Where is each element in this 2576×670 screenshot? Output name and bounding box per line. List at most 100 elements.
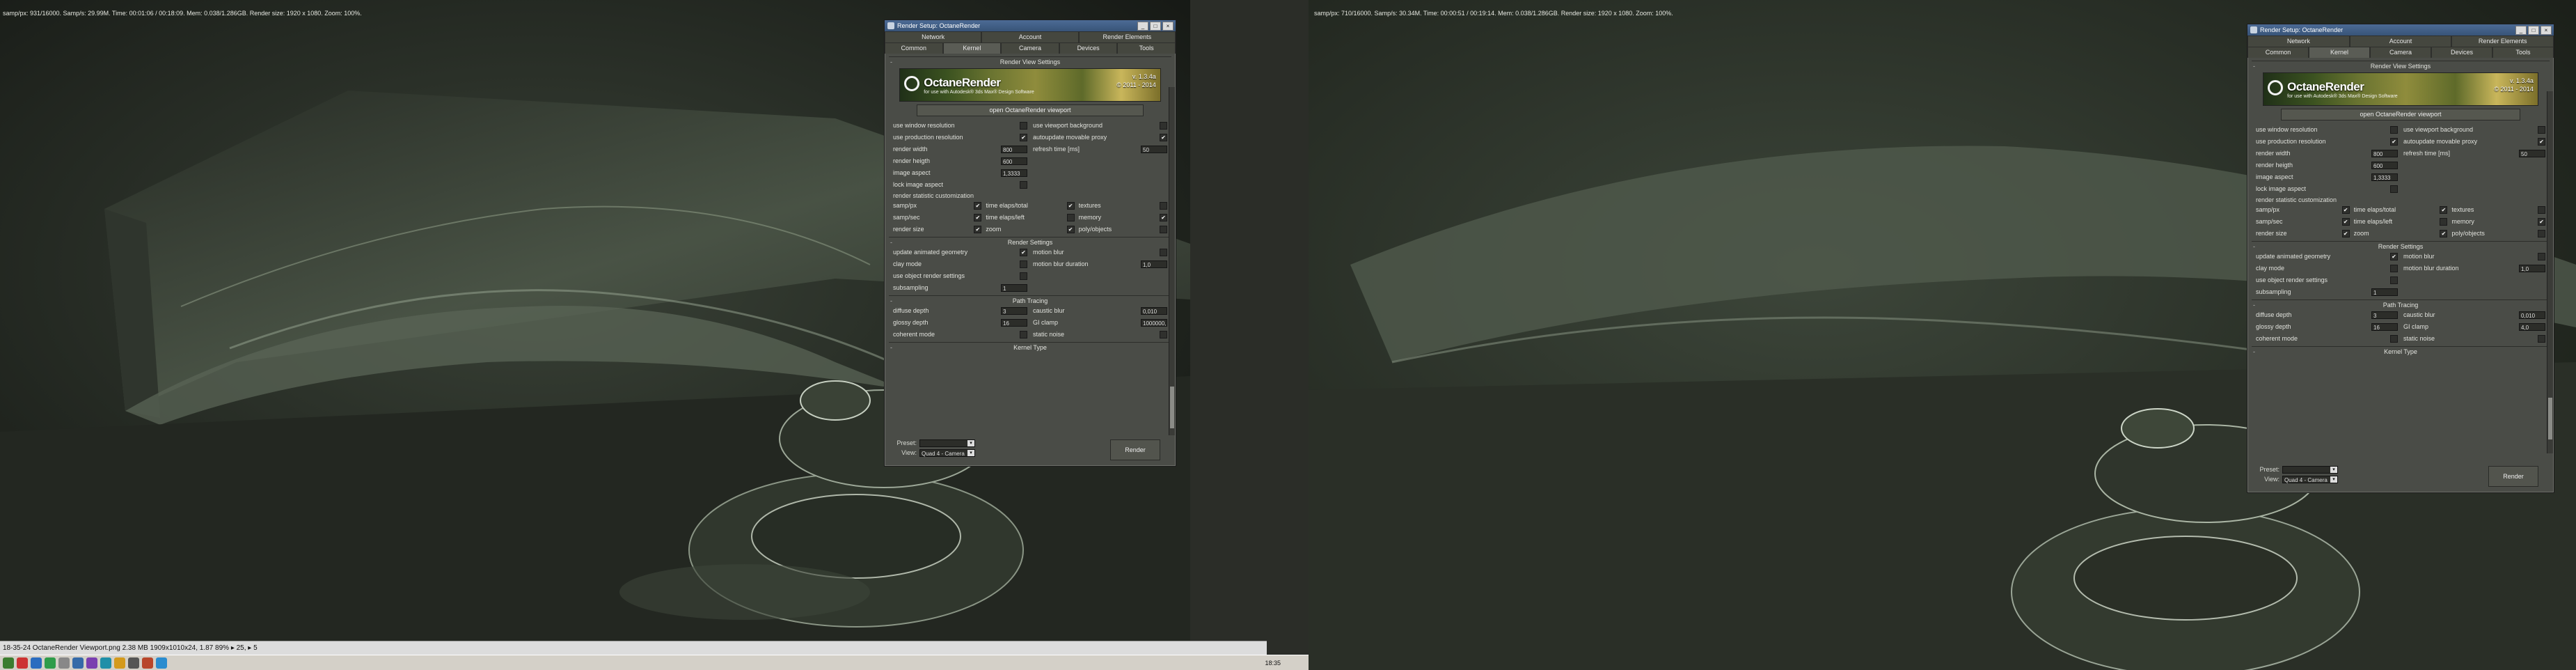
stat-textures-checkbox[interactable] [1160,201,1167,210]
stat-zoom-checkbox[interactable]: ✔ [2440,229,2448,237]
use-object-render-checkbox[interactable] [2390,276,2398,284]
use-window-resolution-checkbox[interactable] [2390,125,2398,134]
gi-clamp-field[interactable]: 4,0 [2519,322,2545,331]
stat-render-size-checkbox[interactable]: ✔ [974,225,982,233]
render-setup-dialog-left[interactable]: Render Setup: OctaneRender _ □ × Network… [884,20,1176,467]
view-dropdown[interactable]: Quad 4 - Camera ▾ [2282,475,2338,483]
refresh-time-field[interactable]: 50 [2519,149,2545,157]
static-noise-checkbox[interactable] [2538,334,2545,343]
render-width-field[interactable]: 800 [1001,145,1027,153]
coherent-mode-checkbox[interactable] [2390,334,2398,343]
render-height-field[interactable]: 600 [2371,161,2398,169]
motion-blur-duration-field[interactable]: 1,0 [2519,264,2545,272]
stat-time-left-checkbox[interactable] [1066,213,1075,221]
panel-header[interactable]: - Render Settings [2252,242,2550,251]
stat-polyobjects-checkbox[interactable] [1160,225,1167,233]
tab-camera[interactable]: Camera [1001,42,1059,54]
use-production-resolution-checkbox[interactable]: ✔ [2390,137,2398,146]
stat-render-size-checkbox[interactable]: ✔ [2341,229,2350,237]
glossy-depth-field[interactable]: 16 [2371,322,2398,331]
render-button[interactable]: Render [2488,466,2538,487]
tab-devices[interactable]: Devices [2431,47,2492,58]
open-viewport-button[interactable]: open OctaneRender viewport [2280,109,2521,120]
scrollbar-thumb[interactable] [1170,387,1174,428]
tab-render-elements[interactable]: Render Elements [2451,36,2554,47]
image-aspect-field[interactable]: 1,3333 [1001,169,1027,177]
tab-render-elements[interactable]: Render Elements [1078,31,1176,42]
update-geometry-checkbox[interactable]: ✔ [2390,252,2398,260]
app-icon[interactable] [17,657,28,669]
app-icon[interactable] [114,657,125,669]
tab-tools[interactable]: Tools [2492,47,2554,58]
panel-header[interactable]: - Render View Settings [2252,61,2550,71]
clay-mode-checkbox[interactable] [2390,264,2398,272]
motion-blur-checkbox[interactable] [1160,248,1167,256]
update-geometry-checkbox[interactable]: ✔ [1020,248,1027,256]
use-viewport-background-checkbox[interactable] [1160,121,1167,130]
stat-samp-sec-checkbox[interactable]: ✔ [974,213,982,221]
render-setup-dialog-right[interactable]: Render Setup: OctaneRender _ □ × Network… [2247,24,2554,493]
motion-blur-duration-field[interactable]: 1,0 [1141,260,1167,268]
clay-mode-checkbox[interactable] [1020,260,1027,268]
start-icon[interactable] [3,657,14,669]
coherent-mode-checkbox[interactable] [1020,330,1027,338]
image-aspect-field[interactable]: 1,3333 [2371,173,2398,181]
app-icon[interactable] [100,657,111,669]
app-icon[interactable] [45,657,56,669]
use-production-resolution-checkbox[interactable]: ✔ [1020,133,1027,141]
stat-samp-px-checkbox[interactable]: ✔ [974,201,982,210]
app-icon[interactable] [31,657,42,669]
gi-clamp-field[interactable]: 1000000, [1141,318,1167,327]
app-icon[interactable] [86,657,97,669]
use-viewport-background-checkbox[interactable] [2538,125,2545,134]
render-button[interactable]: Render [1110,439,1160,460]
caustic-blur-field[interactable]: 0,010 [2519,311,2545,319]
dialog-scrollbar[interactable] [1169,87,1175,435]
tab-network[interactable]: Network [2247,36,2350,47]
panel-header[interactable]: - Path Tracing [2252,300,2550,310]
use-window-resolution-checkbox[interactable] [1020,121,1027,130]
stat-samp-sec-checkbox[interactable]: ✔ [2341,217,2350,226]
close-button[interactable]: × [1162,22,1174,31]
minimize-button[interactable]: _ [1137,22,1148,31]
tab-kernel[interactable]: Kernel [2309,47,2370,58]
panel-header[interactable]: - Kernel Type [889,343,1171,352]
autoupdate-proxy-checkbox[interactable]: ✔ [1160,133,1167,141]
preset-dropdown[interactable]: ▾ [2282,465,2338,474]
tab-kernel[interactable]: Kernel [942,42,1002,54]
tab-camera[interactable]: Camera [2370,47,2431,58]
render-width-field[interactable]: 800 [2371,149,2398,157]
minimize-button[interactable]: _ [2515,26,2527,35]
stat-samp-px-checkbox[interactable]: ✔ [2341,205,2350,214]
panel-header[interactable]: - Path Tracing [889,296,1171,306]
lock-aspect-checkbox[interactable] [1020,180,1027,189]
tab-common[interactable]: Common [2247,47,2309,58]
lock-aspect-checkbox[interactable] [2390,185,2398,193]
stat-memory-checkbox[interactable]: ✔ [1160,213,1167,221]
diffuse-depth-field[interactable]: 3 [1001,306,1027,315]
app-icon[interactable] [72,657,84,669]
stat-polyobjects-checkbox[interactable] [2538,229,2545,237]
static-noise-checkbox[interactable] [1160,330,1167,338]
panel-header[interactable]: - Render View Settings [889,57,1171,67]
stat-time-total-checkbox[interactable]: ✔ [2440,205,2448,214]
open-viewport-button[interactable]: open OctaneRender viewport [916,104,1144,116]
maximize-button[interactable]: □ [2528,26,2539,35]
preset-dropdown[interactable]: ▾ [919,439,975,447]
panel-header[interactable]: - Render Settings [889,237,1171,247]
motion-blur-checkbox[interactable] [2538,252,2545,260]
stat-textures-checkbox[interactable] [2538,205,2545,214]
stat-time-left-checkbox[interactable] [2440,217,2448,226]
app-icon[interactable] [58,657,70,669]
glossy-depth-field[interactable]: 16 [1001,318,1027,327]
tab-account[interactable]: Account [2349,36,2452,47]
stat-time-total-checkbox[interactable]: ✔ [1066,201,1075,210]
tab-network[interactable]: Network [885,31,982,42]
scrollbar-thumb[interactable] [2548,398,2552,439]
tab-tools[interactable]: Tools [1117,42,1176,54]
use-object-render-checkbox[interactable] [1020,272,1027,280]
subsampling-field[interactable]: 1 [1001,283,1027,292]
autoupdate-proxy-checkbox[interactable]: ✔ [2538,137,2545,146]
app-icon[interactable] [142,657,153,669]
refresh-time-field[interactable]: 50 [1141,145,1167,153]
